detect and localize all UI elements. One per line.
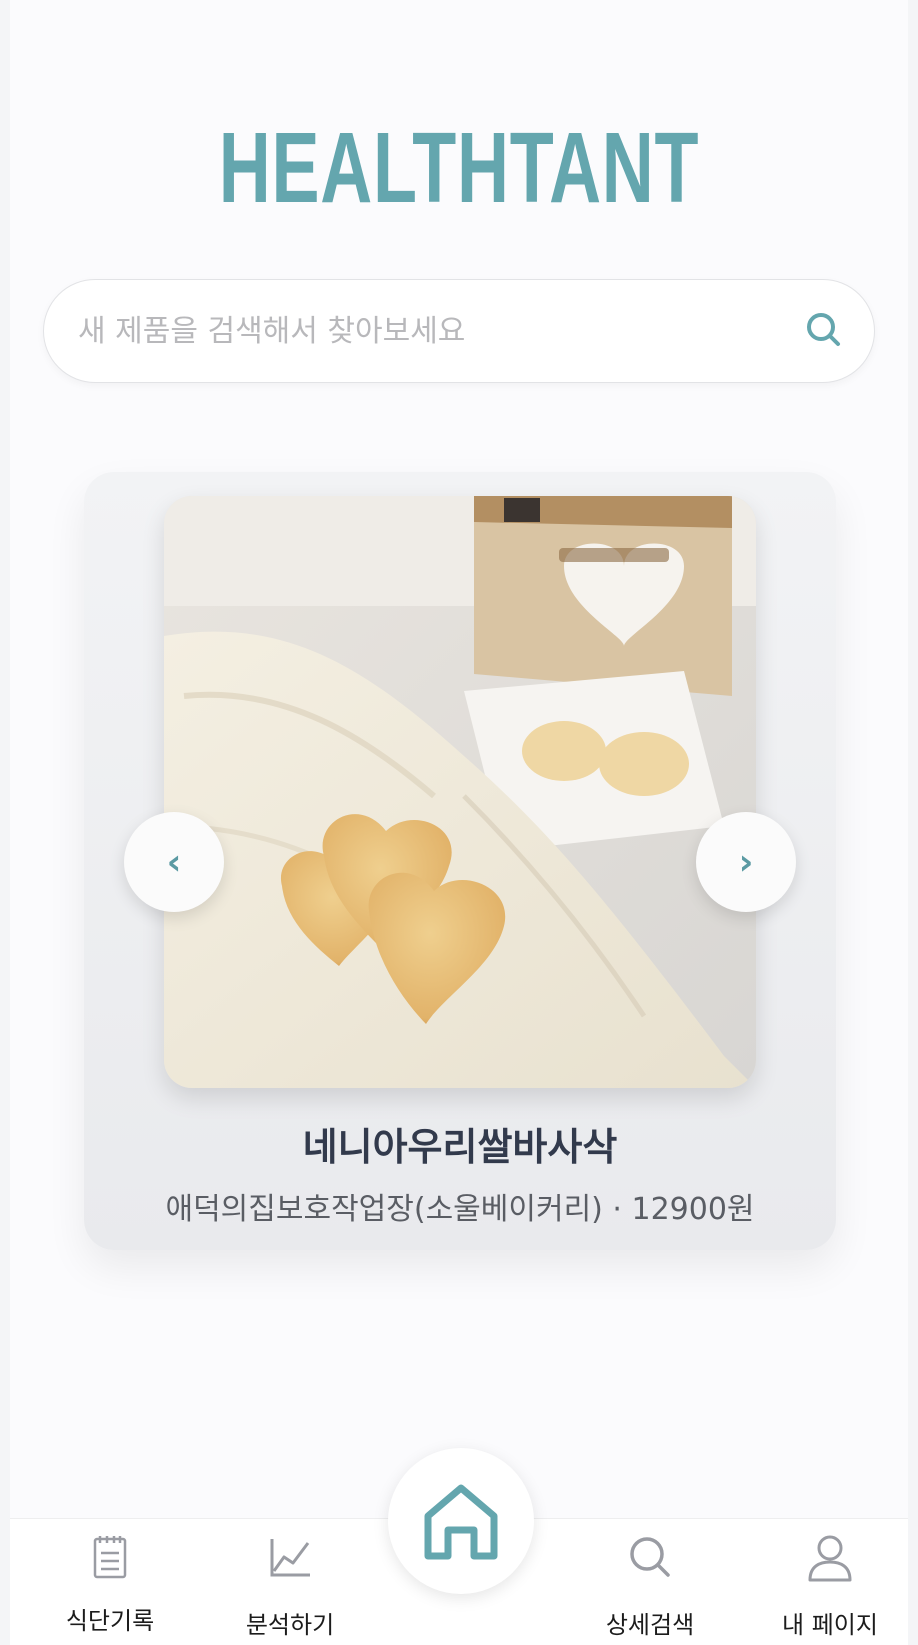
- nav-label: 분석하기: [245, 1611, 335, 1639]
- search-icon: [630, 1537, 670, 1577]
- app-screen: HEALTHTANT 새 제품을 검색해서 찾아보세요 ‹ › 네니아우리쌀바사…: [10, 0, 908, 1645]
- product-image[interactable]: [164, 496, 756, 1088]
- search-input[interactable]: [76, 280, 780, 382]
- nav-item-home[interactable]: [388, 1448, 534, 1594]
- nav-label: 식단기록: [65, 1607, 155, 1635]
- nav-label: 상세검색: [605, 1611, 695, 1639]
- search-button[interactable]: [804, 310, 844, 350]
- clipboard-icon: [93, 1536, 127, 1579]
- product-carousel-card[interactable]: ‹ › 네니아우리쌀바사삭 애덕의집보호작업장(소울베이커리) · 12900원: [84, 472, 836, 1250]
- nav-label: 내 페이지: [782, 1611, 878, 1639]
- carousel-prev-button[interactable]: ‹: [124, 812, 224, 912]
- search-bar: [43, 279, 875, 383]
- search-icon: [807, 313, 840, 346]
- nav-item-detail-search[interactable]: 상세검색: [565, 1519, 735, 1645]
- carousel-next-button[interactable]: ›: [696, 812, 796, 912]
- user-icon: [808, 1535, 852, 1582]
- home-icon: [424, 1484, 498, 1560]
- chart-icon: [270, 1539, 310, 1577]
- nav-item-my-page[interactable]: 내 페이지: [745, 1519, 915, 1645]
- app-logo: HEALTHTANT: [218, 112, 700, 224]
- product-name[interactable]: 네니아우리쌀바사삭: [84, 1116, 836, 1171]
- nav-item-analysis[interactable]: 분석하기: [205, 1519, 375, 1645]
- product-meta: 애덕의집보호작업장(소울베이커리) · 12900원: [165, 1192, 755, 1227]
- nav-item-diet-log[interactable]: 식단기록: [25, 1519, 195, 1645]
